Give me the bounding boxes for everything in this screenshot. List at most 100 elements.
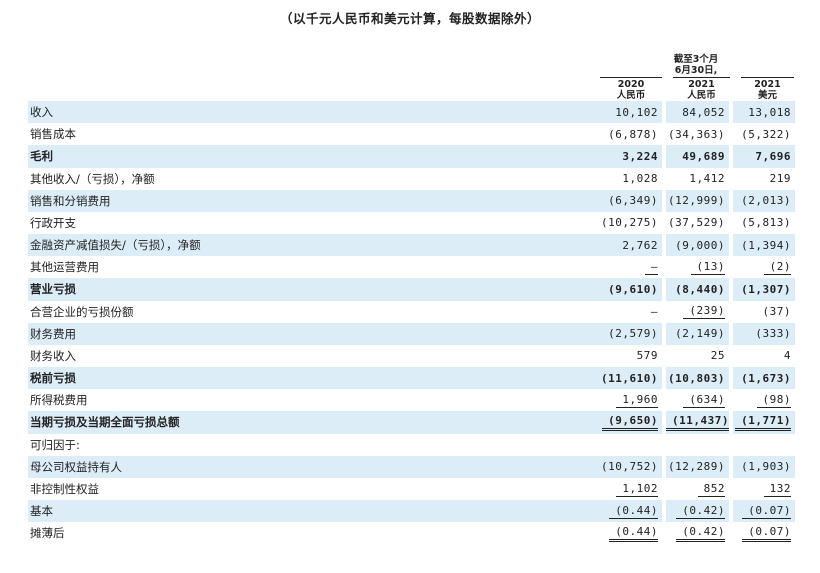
value-cell: (634) <box>666 389 729 411</box>
value-cell: (2,579) <box>596 322 662 345</box>
value-cell: 132 <box>733 478 795 500</box>
value-text: (333) <box>755 327 791 341</box>
value-cell: (2) <box>733 256 795 278</box>
value-text: 2,762 <box>622 238 658 252</box>
column-year: 2021 <box>688 79 715 90</box>
value-cell: 4 <box>733 345 795 367</box>
row-label: 摊薄后 <box>30 526 65 541</box>
value-cell: (2,149) <box>666 322 729 345</box>
value-cell: 49,689 <box>666 145 729 168</box>
column-currency: 人民币 <box>687 90 716 101</box>
column-currency: 人民币 <box>616 90 646 101</box>
value-cell: (6,878) <box>596 123 662 145</box>
value-cell: 3,224 <box>596 145 662 168</box>
row-label: 收入 <box>28 101 596 124</box>
row-label: 毛利 <box>28 145 596 168</box>
value-text: (37,529) <box>668 216 725 230</box>
value-cell: 84,052 <box>666 101 729 124</box>
value-text: 1,412 <box>689 172 725 186</box>
value-text: (0.44) <box>609 504 658 519</box>
value-cell: (13) <box>666 256 729 278</box>
value-cell: — <box>596 301 662 323</box>
value-text: (0.42) <box>676 525 725 542</box>
statement-caption: （以千元人民币和美元计算，每股数据除外） <box>279 11 540 26</box>
row-label: 母公司权益持有人 <box>28 455 596 478</box>
value-text: 1,028 <box>622 172 658 186</box>
value-cell: (37) <box>733 301 795 323</box>
table-row: 合营企业的亏损份额 — (239) (37) <box>28 300 795 323</box>
table-row: 毛利 3,224 49,689 7,696 <box>28 145 795 168</box>
value-cell: (8,440) <box>666 278 729 301</box>
table-row: 摊薄后 (0.44) (0.42) (0.07) <box>28 522 795 545</box>
value-text: 852 <box>697 482 725 497</box>
value-cell: 1,028 <box>596 168 662 190</box>
value-cell: 7,696 <box>733 145 795 168</box>
value-text: (1,307) <box>741 282 791 296</box>
value-text: (0.07) <box>742 525 791 542</box>
row-label: 其他收入/（亏损），净额 <box>30 171 155 186</box>
value-cell: (0.42) <box>666 500 729 523</box>
value-text: 84,052 <box>682 105 725 119</box>
value-cell: (6,349) <box>596 189 662 212</box>
table-row: 其他收入/（亏损），净额 1,028 1,412 219 <box>28 167 795 190</box>
value-text: (13) <box>690 260 725 275</box>
value-text: (9,650) <box>602 414 658 431</box>
column-year: 2021 <box>754 79 781 90</box>
value-text: 132 <box>763 482 791 497</box>
value-text: (9,000) <box>675 238 725 252</box>
table-row: 销售成本 (6,878) (34,363) (5,322) <box>28 123 795 146</box>
value-cell: — <box>596 256 662 278</box>
value-text: 219 <box>769 172 791 186</box>
table-row: 当期亏损及当期全面亏损总额 (9,650) (11,437) (1,771) <box>28 411 795 434</box>
table-row: 营业亏损 (9,610) (8,440) (1,307) <box>28 278 795 301</box>
row-label: 基本 <box>28 500 596 523</box>
column-header-1: 2020 人民币 <box>600 77 662 103</box>
value-text: 25 <box>710 349 725 363</box>
value-cell: (11,437) <box>666 411 729 434</box>
table-row: 财务收入 579 25 4 <box>28 344 795 368</box>
value-text: (6,349) <box>608 194 658 208</box>
value-text: (239) <box>683 304 725 320</box>
value-cell: (2,013) <box>733 189 795 212</box>
period-line-1: 截至3个月 <box>673 54 719 65</box>
table-row: 所得税费用 1,960 (634) (98) <box>28 389 795 412</box>
table-row: 非控制性权益 1,102 852 132 <box>28 477 795 501</box>
value-cell: (1,903) <box>733 455 795 478</box>
value-text: 579 <box>636 349 658 363</box>
value-cell: (9,000) <box>666 234 729 257</box>
row-label: 营业亏损 <box>28 278 596 301</box>
value-cell: (37,529) <box>666 212 729 234</box>
period-line-2: 6月30日, <box>674 65 718 76</box>
value-cell: 219 <box>733 168 795 190</box>
value-text: 3,224 <box>622 149 658 163</box>
value-text: 7,696 <box>755 149 791 163</box>
value-cell: (1,771) <box>733 411 795 434</box>
value-cell: (5,322) <box>733 123 795 145</box>
row-label: 金融资产减值损失/（亏损），净额 <box>28 234 596 257</box>
income-statement-table: 收入 10,102 84,052 13,018 销售成本 (6,878) (34,363) (… <box>28 101 795 545</box>
value-text: (11,437) <box>666 414 729 431</box>
table-row: 销售和分销费用 (6,349) (12,999) (2,013) <box>28 189 795 212</box>
value-text: 4 <box>783 349 791 363</box>
value-text: 1,960 <box>616 393 658 408</box>
value-cell: (10,752) <box>596 455 662 478</box>
table-row: 可归因于: <box>28 433 795 456</box>
table-row: 收入 10,102 84,052 13,018 <box>28 101 795 124</box>
value-cell: (1,673) <box>733 367 795 390</box>
value-text: (1,394) <box>741 238 791 252</box>
row-label: 其他运营费用 <box>30 260 99 275</box>
value-text: (10,803) <box>668 371 725 385</box>
value-cell <box>666 434 729 456</box>
value-text: (5,813) <box>741 216 791 230</box>
value-text: (10,275) <box>601 216 658 230</box>
value-cell: (1,307) <box>733 278 795 301</box>
value-cell: 1,102 <box>596 478 662 500</box>
table-row: 金融资产减值损失/（亏损），净额 2,762 (9,000) (1,394) <box>28 234 795 257</box>
table-row: 财务费用 (2,579) (2,149) (333) <box>28 322 795 345</box>
value-text: (10,752) <box>601 460 658 474</box>
value-cell: (11,610) <box>596 367 662 390</box>
row-label: 所得税费用 <box>30 393 88 408</box>
value-cell: 579 <box>596 345 662 367</box>
value-text: (98) <box>756 393 791 408</box>
value-cell: 2,762 <box>596 234 662 257</box>
